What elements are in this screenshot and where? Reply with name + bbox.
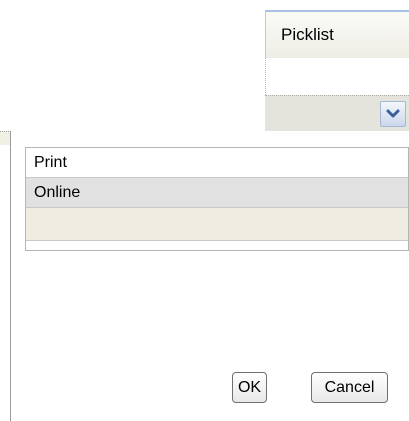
ok-button[interactable]: OK bbox=[232, 372, 267, 403]
option-blank[interactable] bbox=[26, 208, 408, 241]
cell-divider bbox=[265, 58, 266, 95]
dropdown-button[interactable] bbox=[380, 101, 406, 127]
picklist-popup: Print Online OK Cancel bbox=[10, 131, 409, 421]
column-header-picklist[interactable]: Picklist bbox=[265, 12, 409, 58]
chevron-down-icon bbox=[386, 109, 400, 118]
column-header-label: Picklist bbox=[281, 25, 334, 44]
cancel-button[interactable]: Cancel bbox=[311, 372, 388, 403]
option-online[interactable]: Online bbox=[26, 178, 408, 208]
option-print[interactable]: Print bbox=[26, 148, 408, 178]
option-list[interactable]: Print Online bbox=[25, 147, 409, 251]
